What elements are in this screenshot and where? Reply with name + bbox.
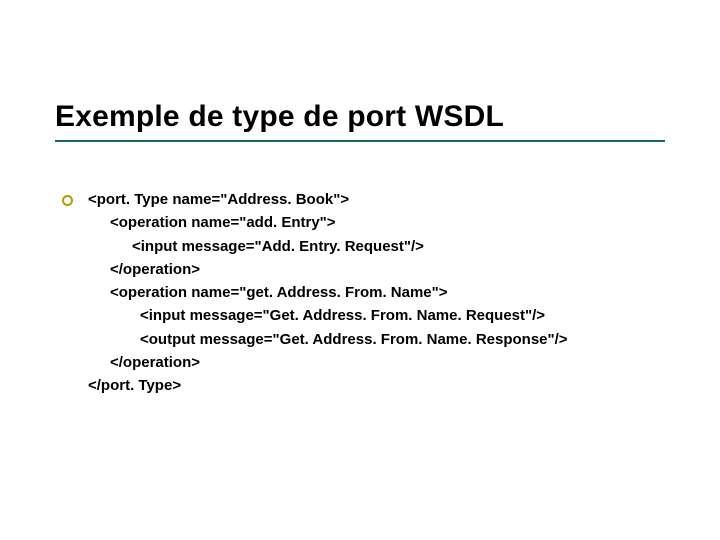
slide: Exemple de type de port WSDL <port. Type… <box>0 0 720 540</box>
code-line: <operation name="add. Entry"> <box>88 211 660 234</box>
code-line: <output message="Get. Address. From. Nam… <box>88 328 660 351</box>
code-line: </port. Type> <box>88 374 660 397</box>
slide-title: Exemple de type de port WSDL <box>55 100 665 134</box>
code-line: <operation name="get. Address. From. Nam… <box>88 281 660 304</box>
bullet-icon <box>62 195 73 206</box>
code-line: </operation> <box>88 258 660 281</box>
code-line: <input message="Get. Address. From. Name… <box>88 304 660 327</box>
code-line: <port. Type name="Address. Book"> <box>88 188 660 211</box>
title-region: Exemple de type de port WSDL <box>55 100 665 142</box>
code-line: <input message="Add. Entry. Request"/> <box>88 235 660 258</box>
title-underline <box>55 140 665 142</box>
code-line: </operation> <box>88 351 660 374</box>
code-block: <port. Type name="Address. Book"> <opera… <box>88 188 660 397</box>
